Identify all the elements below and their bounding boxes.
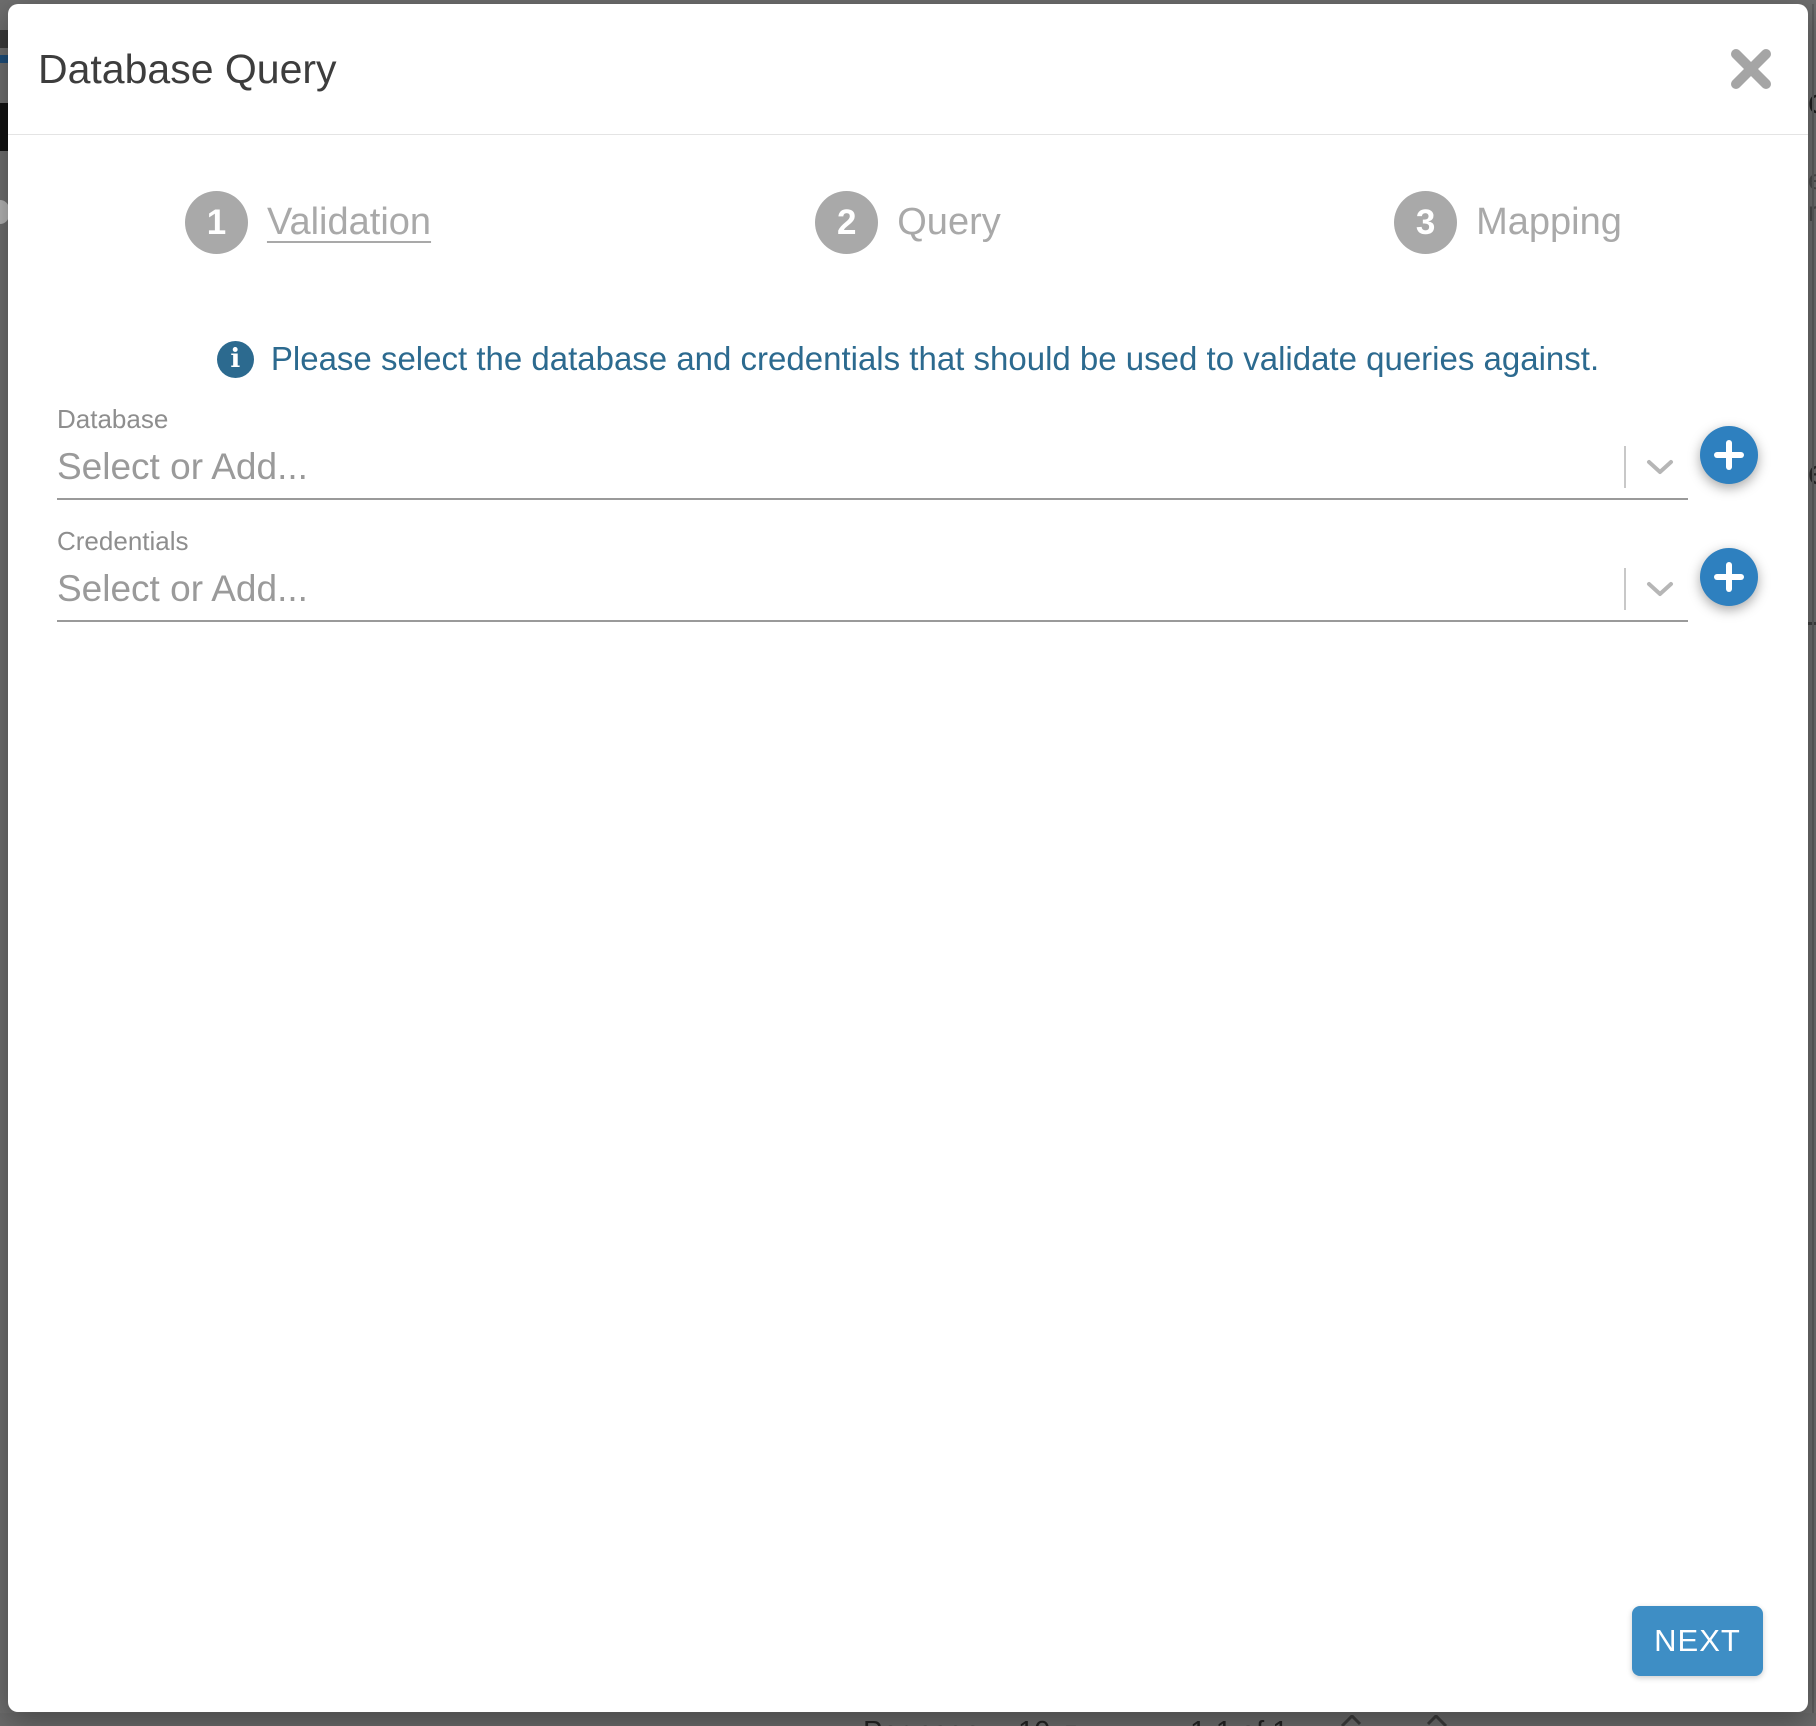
background-pagination-bar: Per page: 10 ▾ 1-1 of 1 <box>0 1713 1816 1726</box>
dialog-header: Database Query <box>8 4 1808 135</box>
database-input-row <box>57 436 1688 500</box>
background-left-text-fragment <box>0 30 8 48</box>
step-number-badge: 2 <box>815 191 878 254</box>
background-right-text-fragment: r( <box>1808 198 1816 224</box>
background-left-blue-bar <box>0 55 8 63</box>
database-field-label: Database <box>57 404 1688 436</box>
dialog-body: 1 Validation 2 Query 3 Mapping i Plea <box>8 135 1808 1712</box>
chevron-down-icon[interactable] <box>1646 459 1676 476</box>
step-label: Mapping <box>1476 201 1622 244</box>
pagination-prev-icon <box>1340 1715 1362 1726</box>
plus-icon <box>1714 562 1744 592</box>
info-message: Please select the database and credentia… <box>271 340 1599 378</box>
add-database-button[interactable] <box>1700 426 1758 484</box>
step-label: Query <box>897 201 1000 244</box>
chevron-down-icon[interactable] <box>1646 581 1676 598</box>
step-query: 2 Query <box>608 191 1208 254</box>
next-button[interactable]: NEXT <box>1632 1606 1763 1676</box>
step-number-badge: 1 <box>185 191 248 254</box>
form-fields: Database <box>57 404 1688 622</box>
background-left-heading-fragment <box>0 103 8 151</box>
background-right-border-fragment <box>1812 4 1814 1713</box>
close-icon[interactable] <box>1728 48 1774 90</box>
background-right-text-fragment: e <box>1808 456 1816 486</box>
credentials-field-group: Credentials <box>57 526 1688 622</box>
add-credentials-button[interactable] <box>1700 548 1758 606</box>
step-number-badge: 3 <box>1394 191 1457 254</box>
database-field-group: Database <box>57 404 1688 500</box>
per-page-caret-icon: ▾ <box>1066 1717 1076 1726</box>
info-icon: i <box>217 341 254 378</box>
database-query-dialog: Database Query 1 Validation 2 Query <box>8 4 1808 1712</box>
plus-icon <box>1714 440 1744 470</box>
input-divider <box>1624 568 1626 610</box>
background-right-text-fragment: ... <box>1808 226 1816 246</box>
credentials-select-input[interactable] <box>57 568 1624 610</box>
pagination-range-label: 1-1 of 1 <box>1190 1716 1288 1726</box>
background-right-line-fragment <box>1808 622 1816 625</box>
input-divider <box>1624 446 1626 488</box>
background-right-text-fragment: co <box>1808 85 1816 115</box>
step-mapping: 3 Mapping <box>1208 191 1808 254</box>
step-validation[interactable]: 1 Validation <box>8 191 608 254</box>
per-page-value: 10 <box>1018 1716 1050 1726</box>
background-right-text-fragment: e <box>1808 166 1816 192</box>
dialog-title: Database Query <box>38 46 337 93</box>
database-select-input[interactable] <box>57 446 1624 488</box>
info-banner: i Please select the database and credent… <box>8 340 1808 378</box>
wizard-stepper: 1 Validation 2 Query 3 Mapping <box>8 135 1808 254</box>
pagination-next-icon <box>1426 1715 1448 1726</box>
credentials-input-row <box>57 558 1688 622</box>
per-page-label: Per page: <box>863 1716 989 1726</box>
credentials-field-label: Credentials <box>57 526 1688 558</box>
step-label[interactable]: Validation <box>267 201 431 244</box>
